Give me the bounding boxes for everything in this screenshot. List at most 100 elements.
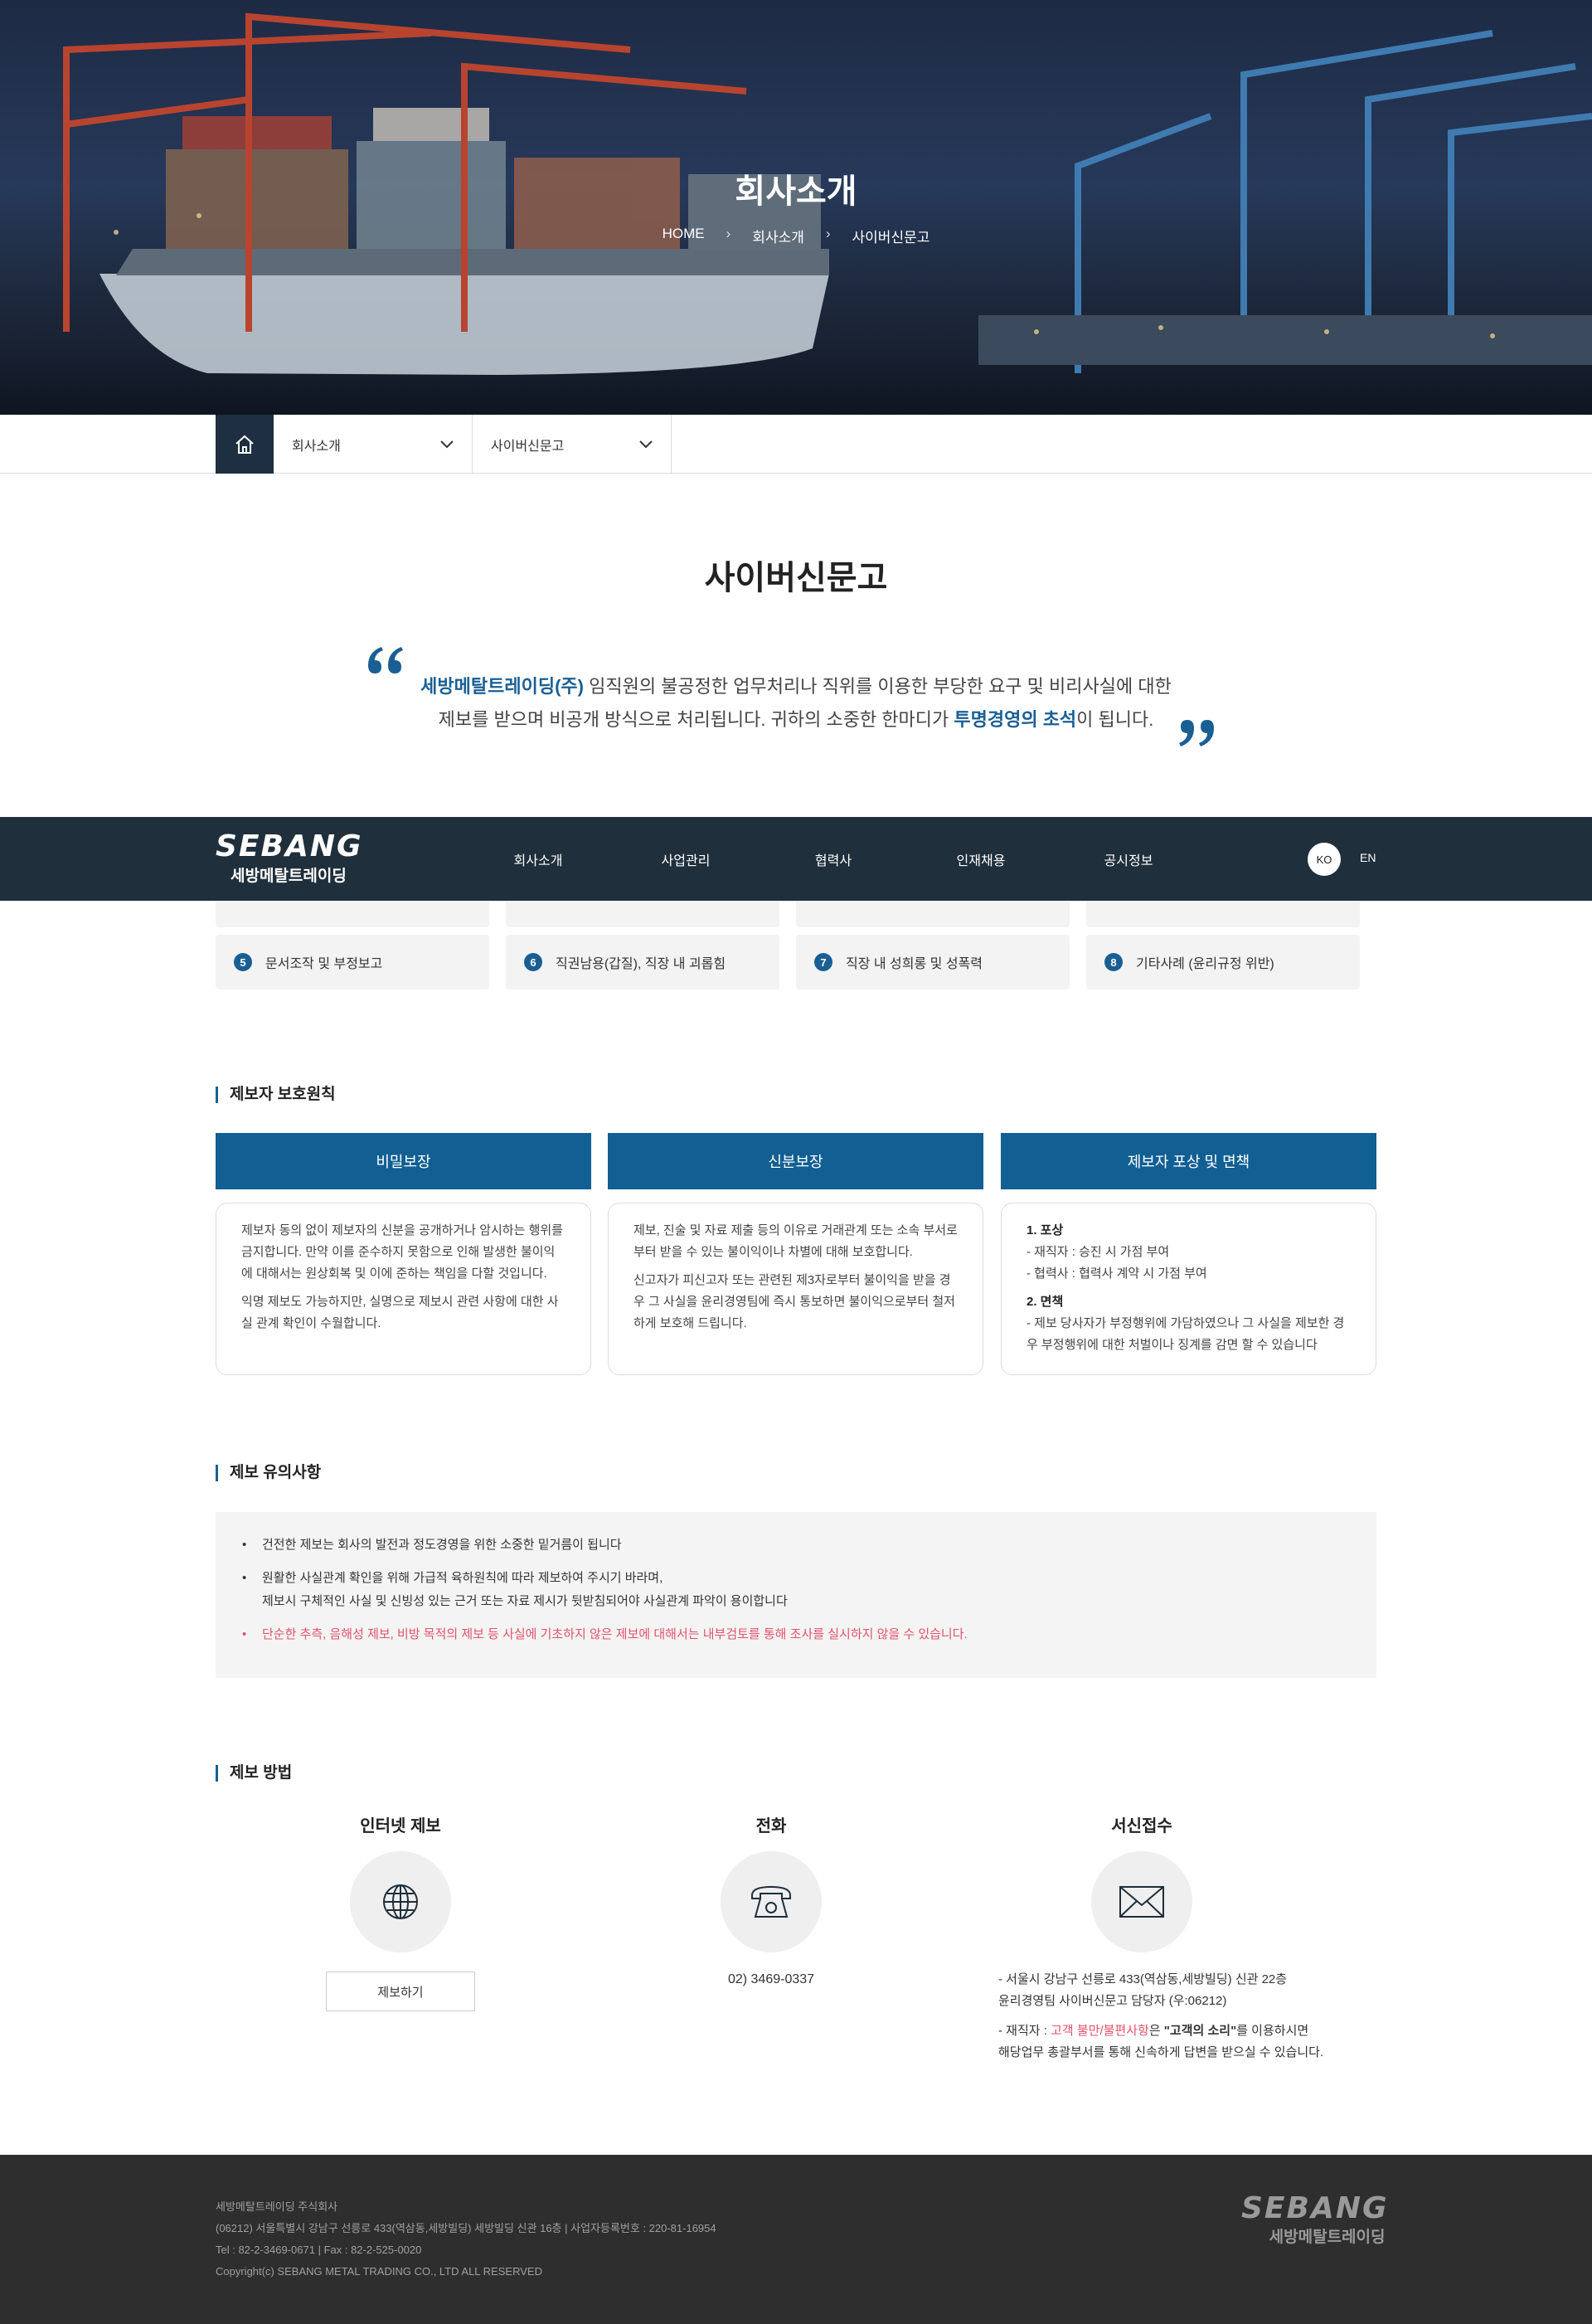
footer-address: (06212) 서울특별시 강남구 선릉로 433(역삼동,세방빌딩) 세방빌딩… bbox=[216, 2222, 716, 2234]
chevron-right-icon: › bbox=[726, 226, 731, 241]
category-number: 6 bbox=[524, 953, 542, 971]
method-icon-circle bbox=[350, 1851, 451, 1952]
chevron-down-icon bbox=[440, 440, 454, 448]
menu-item-recruit[interactable]: 인재채용 bbox=[907, 849, 1055, 869]
footer-logo: SEBANG 세방메탈트레이딩 bbox=[1241, 2193, 1389, 2247]
page-title: 사이버신문고 bbox=[704, 560, 888, 596]
method-icon-circle bbox=[721, 1851, 822, 1952]
mail-address-line: 윤리경영팀 사이버신문고 담당자 (우:06212) bbox=[998, 1994, 1227, 2008]
global-header: SEBANG 세방메탈트레이딩 회사소개 사업관리 협력사 인재채용 공시정보 bbox=[0, 817, 1592, 901]
hero-title: 회사소개 bbox=[735, 173, 857, 210]
protect-column-title: 신분보장 bbox=[608, 1133, 983, 1189]
footer-contact: Tel : 82-2-3469-0671 | Fax : 82-2-525-00… bbox=[216, 2244, 422, 2256]
sub-navigation: 회사소개 사이버신문고 bbox=[0, 415, 1592, 474]
method-icon-circle bbox=[1091, 1851, 1192, 1952]
method-title: 서신접수 bbox=[1111, 1817, 1172, 1835]
menu-item-partners[interactable]: 협력사 bbox=[760, 849, 907, 869]
footer-info: 세방메탈트레이딩 주식회사 (06212) 서울특별시 강남구 선릉로 433(… bbox=[216, 2196, 716, 2283]
protect-heading: 제보자 보호원칙 bbox=[216, 1087, 336, 1103]
intro-company: 세방메탈트레이딩(주) bbox=[420, 676, 584, 697]
chevron-right-icon: › bbox=[825, 226, 831, 241]
protect-column-title: 제보자 포상 및 면책 bbox=[1001, 1133, 1376, 1189]
telephone-icon bbox=[751, 1885, 791, 1918]
breadcrumb-company[interactable]: 회사소개 bbox=[752, 226, 804, 246]
protect-column-body: 제보, 진술 및 자료 제출 등의 이유로 거래관계 또는 소속 부서로부터 받… bbox=[608, 1203, 983, 1375]
protect-column-body: 제보자 동의 없이 제보자의 신분을 공개하거나 암시하는 행위를 금지합니다.… bbox=[216, 1203, 591, 1375]
hero-banner: 회사소개 HOME › 회사소개 › 사이버신문고 bbox=[0, 0, 1592, 415]
intro-emphasis: 투명경영의 초석 bbox=[954, 709, 1077, 730]
mail-address: - 서울시 강남구 선릉로 433(역삼동,세방빌딩) 신관 22층 윤리경영팀… bbox=[998, 1969, 1380, 2064]
intro-text: 세방메탈트레이딩(주) 임직원의 불공정한 업무처리나 직위를 이용한 부당한 … bbox=[390, 670, 1202, 737]
protect-text: 신고자가 피신고자 또는 관련된 제3자로부터 불이익을 받을 경우 그 사실을… bbox=[633, 1273, 955, 1330]
chevron-down-icon bbox=[639, 440, 653, 448]
home-icon bbox=[235, 435, 254, 454]
notice-warning: 단순한 추측, 음해성 제보, 비방 목적의 제보 등 사실에 기초하지 않은 … bbox=[242, 1623, 1350, 1646]
protect-column-reward: 제보자 포상 및 면책 1. 포상 - 재직자 : 승진 시 가점 부여 - 협… bbox=[1001, 1133, 1376, 1375]
protect-text: 제보, 진술 및 자료 제출 등의 이유로 거래관계 또는 소속 부서로부터 받… bbox=[633, 1223, 958, 1259]
reward-line: - 협력사 : 협력사 계약 시 가점 부여 bbox=[1027, 1267, 1207, 1281]
protect-column-body: 1. 포상 - 재직자 : 승진 시 가점 부여 - 협력사 : 협력사 계약 … bbox=[1001, 1203, 1376, 1375]
category-label: 직권남용(갑질), 직장 내 괴롭힘 bbox=[556, 957, 726, 971]
notice-box: 건전한 제보는 회사의 발전과 정도경영을 위한 소중한 밑거름이 됩니다 원활… bbox=[216, 1512, 1376, 1678]
sebang-logo[interactable]: SEBANG 세방메탈트레이딩 bbox=[216, 832, 363, 886]
immunity-heading: 2. 면책 bbox=[1027, 1295, 1064, 1309]
mail-note-text: 은 bbox=[1148, 2024, 1164, 2038]
method-mail: 서신접수 bbox=[1017, 1812, 1266, 1952]
phone-number: 02) 3469-0337 bbox=[727, 1972, 815, 1986]
reward-heading: 1. 포상 bbox=[1027, 1223, 1064, 1237]
menu-item-disclosure[interactable]: 공시정보 bbox=[1055, 849, 1202, 869]
category-label: 문서조작 및 부정보고 bbox=[265, 957, 383, 971]
method-title: 전화 bbox=[755, 1817, 787, 1835]
notice-text: 원활한 사실관계 확인을 위해 가급적 육하원칙에 따라 제보하여 주시기 바라… bbox=[262, 1571, 663, 1585]
notice-item: 원활한 사실관계 확인을 위해 가급적 육하원칙에 따라 제보하여 주시기 바라… bbox=[242, 1567, 1350, 1613]
main-menu: 회사소개 사업관리 협력사 인재채용 공시정보 bbox=[464, 817, 1202, 901]
method-internet: 인터넷 제보 bbox=[276, 1812, 525, 1952]
footer-copyright: Copyright(c) SEBANG METAL TRADING CO., L… bbox=[216, 2265, 542, 2278]
quote-close-icon bbox=[1179, 720, 1214, 746]
category-item: 7 직장 내 성희롱 및 성폭력 bbox=[796, 935, 1070, 989]
menu-item-company[interactable]: 회사소개 bbox=[464, 849, 612, 869]
breadcrumb-home[interactable]: HOME bbox=[663, 226, 705, 246]
intro-line1: 임직원의 불공정한 업무처리나 직위를 이용한 부당한 요구 및 비리사실에 대… bbox=[584, 676, 1172, 697]
category-label: 직장 내 성희롱 및 성폭력 bbox=[846, 957, 983, 971]
logo-ko: 세방메탈트레이딩 bbox=[231, 868, 347, 885]
category-number: 5 bbox=[234, 953, 252, 971]
protect-column-title: 비밀보장 bbox=[216, 1133, 591, 1189]
method-phone: 전화 bbox=[647, 1812, 896, 1952]
method-title: 인터넷 제보 bbox=[360, 1817, 441, 1835]
mail-note-red: 고객 불만/불편사항 bbox=[1051, 2024, 1149, 2038]
mail-note: - 재직자 : 고객 불만/불편사항은 "고객의 소리"를 이용하시면 bbox=[998, 2020, 1380, 2042]
lang-en-button[interactable]: EN bbox=[1360, 851, 1376, 864]
intro-line2-end: 이 됩니다. bbox=[1076, 709, 1154, 730]
category-item: 5 문서조작 및 부정보고 bbox=[216, 935, 489, 989]
globe-icon bbox=[383, 1884, 418, 1919]
protect-text: 익명 제보도 가능하지만, 실명으로 제보시 관련 사항에 대한 사실 관계 확… bbox=[241, 1295, 559, 1330]
depth1-dropdown[interactable]: 회사소개 bbox=[274, 415, 473, 474]
category-number: 7 bbox=[814, 953, 832, 971]
report-button[interactable]: 제보하기 bbox=[326, 1972, 475, 2011]
depth1-label: 회사소개 bbox=[292, 439, 341, 454]
mail-address-line: - 서울시 강남구 선릉로 433(역삼동,세방빌딩) 신관 22층 bbox=[998, 1972, 1288, 1986]
voc-link[interactable]: "고객의 소리" bbox=[1164, 2024, 1236, 2038]
depth2-dropdown[interactable]: 사이버신문고 bbox=[473, 415, 672, 474]
notice-item: 건전한 제보는 회사의 발전과 정도경영을 위한 소중한 밑거름이 됩니다 bbox=[242, 1534, 1350, 1557]
category-item: 6 직권남용(갑질), 직장 내 괴롭힘 bbox=[506, 935, 779, 989]
protect-text: 제보자 동의 없이 제보자의 신분을 공개하거나 암시하는 행위를 금지합니다.… bbox=[241, 1223, 563, 1281]
category-item: 8 기타사례 (윤리규정 위반) bbox=[1086, 935, 1360, 989]
depth2-label: 사이버신문고 bbox=[491, 439, 565, 454]
notice-text: 제보시 구체적인 사실 및 신빙성 있는 근거 또는 자료 제시가 뒷받침되어야… bbox=[262, 1594, 788, 1608]
envelope-icon bbox=[1119, 1886, 1164, 1918]
category-number: 8 bbox=[1104, 953, 1123, 971]
notice-heading: 제보 유의사항 bbox=[216, 1465, 321, 1481]
footer-logo-en: SEBANG bbox=[1241, 2191, 1389, 2225]
protect-column-secrecy: 비밀보장 제보자 동의 없이 제보자의 신분을 공개하거나 암시하는 행위를 금… bbox=[216, 1133, 591, 1375]
logo-en: SEBANG bbox=[216, 829, 363, 863]
reward-line: - 재직자 : 승진 시 가점 부여 bbox=[1027, 1245, 1170, 1259]
lang-ko-button[interactable]: KO bbox=[1308, 843, 1341, 876]
method-heading: 제보 방법 bbox=[216, 1765, 292, 1782]
immunity-line: - 제보 당사자가 부정행위에 가담하였으나 그 사실을 제보한 경우 부정행위… bbox=[1027, 1316, 1345, 1352]
mail-note-text: 를 이용하시면 bbox=[1236, 2024, 1309, 2038]
category-label: 기타사례 (윤리규정 위반) bbox=[1136, 957, 1274, 971]
menu-item-business[interactable]: 사업관리 bbox=[612, 849, 760, 869]
home-button[interactable] bbox=[216, 415, 274, 474]
